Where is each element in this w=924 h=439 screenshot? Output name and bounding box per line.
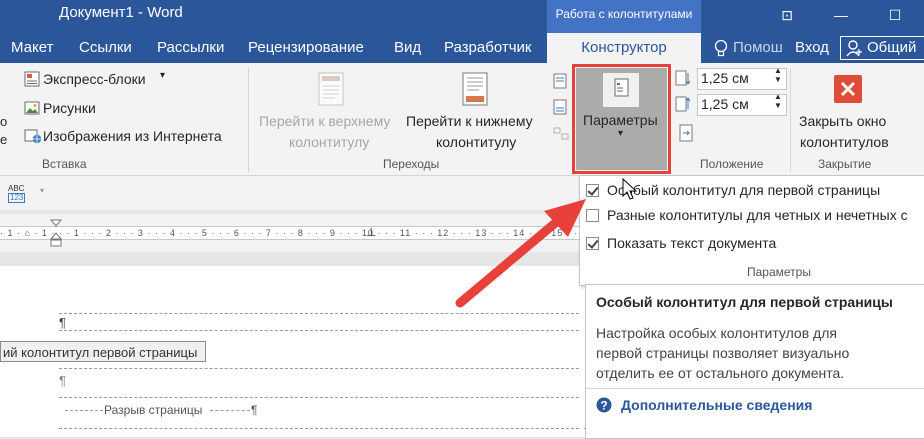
page-break-label: Разрыв страницы xyxy=(104,403,203,417)
tell-me-search[interactable]: Помош xyxy=(733,39,783,56)
header-bottom-border xyxy=(59,330,579,331)
person-add-icon xyxy=(846,40,862,57)
paragraph-mark: ¶ xyxy=(59,373,66,388)
online-pictures-icon xyxy=(24,129,42,144)
page-break-line-right xyxy=(210,410,250,411)
lightbulb-icon xyxy=(714,39,728,57)
footer-position-value: 1,25 см xyxy=(701,96,749,112)
group-label-insert: Вставка xyxy=(42,157,87,171)
header-position-value: 1,25 см xyxy=(701,70,749,86)
qat-more-icon[interactable]: ▾ xyxy=(40,186,44,195)
doc-info-fragment[interactable]: е xyxy=(0,132,7,147)
sign-in-link[interactable]: Вход xyxy=(795,39,829,56)
express-blocks-icon xyxy=(24,71,40,87)
tooltip-title: Особый колонтитул для первой страницы xyxy=(596,294,893,310)
context-tab-header-footer: Работа с колонтитулами xyxy=(547,0,701,33)
dropdown-group-label: Параметры xyxy=(747,265,811,279)
pictures-button[interactable]: Рисунки xyxy=(43,100,96,116)
footer-position-icon xyxy=(675,96,691,112)
annotation-highlight-box xyxy=(572,64,671,174)
share-label: Общий xyxy=(867,39,917,56)
close-header-footer-button[interactable] xyxy=(796,70,898,152)
body-separator xyxy=(59,397,579,398)
header-position-spinner[interactable]: ▲ ▼ xyxy=(774,66,782,84)
group-label-close: Закрытие xyxy=(818,157,872,171)
annotation-arrow-icon xyxy=(455,199,586,308)
spelling-icon[interactable]: ABC 123 xyxy=(8,185,26,203)
window-title: Документ1 - Word xyxy=(59,4,183,21)
tooltip-divider xyxy=(586,388,924,389)
option-different-odd-even[interactable]: Разные колонтитулы для четных и нечетных… xyxy=(586,204,908,226)
mouse-cursor-icon xyxy=(622,178,638,200)
indent-marker-icon[interactable] xyxy=(50,219,62,249)
body-separator xyxy=(59,428,579,429)
footer-position-spinner[interactable]: ▲ ▼ xyxy=(774,92,782,110)
tab-developer[interactable]: Разработчик xyxy=(444,39,531,56)
help-icon: ? xyxy=(596,397,612,413)
header-position-icon xyxy=(675,70,691,86)
date-time-fragment[interactable]: о xyxy=(0,114,7,129)
previous-section-icon xyxy=(553,73,567,89)
link-to-previous-icon xyxy=(553,127,569,140)
go-to-header-button[interactable] xyxy=(256,70,401,152)
tab-review[interactable]: Рецензирование xyxy=(248,39,364,56)
group-label-position: Положение xyxy=(700,157,764,171)
pictures-icon xyxy=(24,101,40,115)
tooltip-body: Настройка особых колонтитулов для первой… xyxy=(596,325,850,381)
window-controls: ⊡ — ☐ ✕ xyxy=(760,0,924,33)
group-separator xyxy=(248,68,249,172)
body-separator xyxy=(59,368,579,369)
tooltip-more-info-link[interactable]: Дополнительные сведения xyxy=(621,397,812,413)
minimize-button[interactable]: — xyxy=(814,0,868,33)
svg-text:?: ? xyxy=(600,399,607,413)
express-blocks-button[interactable]: Экспресс-блоки xyxy=(43,71,146,87)
maximize-button[interactable]: ☐ xyxy=(868,0,922,33)
tab-view[interactable]: Вид xyxy=(394,39,421,56)
tooltip: Особый колонтитул для первой страницы На… xyxy=(585,284,924,439)
paragraph-mark: ¶ xyxy=(59,315,66,330)
online-pictures-button[interactable]: Изображения из Интернета xyxy=(43,128,222,144)
express-blocks-dropdown-icon[interactable]: ▾ xyxy=(160,70,165,81)
group-label-transitions: Переходы xyxy=(383,157,440,171)
tab-design[interactable]: Конструктор xyxy=(547,33,701,64)
tab-references[interactable]: Ссылки xyxy=(79,39,132,56)
paragraph-mark: ¶ xyxy=(251,403,258,417)
group-separator xyxy=(790,68,791,172)
tab-layout[interactable]: Макет xyxy=(11,39,53,56)
go-to-footer-button[interactable] xyxy=(403,70,548,152)
page-break-line-left xyxy=(65,410,103,411)
first-page-header-label: ий колонтитул первой страницы xyxy=(0,341,206,362)
tab-mailings[interactable]: Рассылки xyxy=(157,39,224,56)
insert-alignment-tab-icon[interactable] xyxy=(679,124,695,142)
ribbon-display-button[interactable]: ⊡ xyxy=(760,0,814,33)
tab-stop-center-icon[interactable]: ⊥ xyxy=(366,225,376,239)
option-show-document-text[interactable]: Показать текст документа xyxy=(586,232,776,254)
next-section-icon xyxy=(553,99,567,115)
